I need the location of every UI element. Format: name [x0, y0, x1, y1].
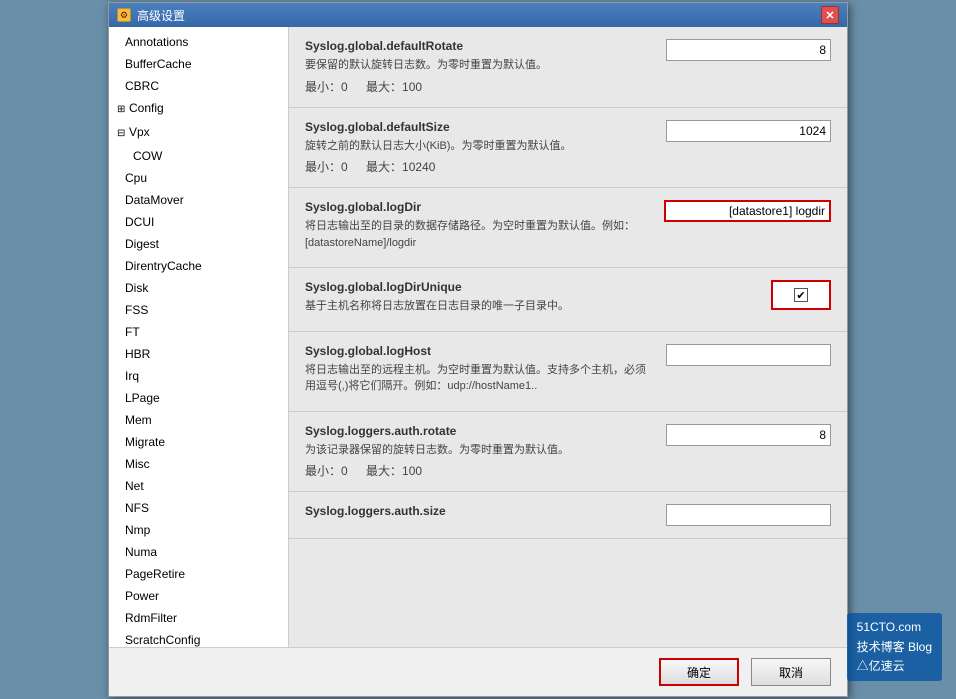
- input-logdir[interactable]: [664, 200, 831, 222]
- input-loghost[interactable]: [666, 344, 831, 366]
- sidebar-item-pageretire[interactable]: PageRetire: [109, 563, 288, 585]
- sidebar-item-direntrycache[interactable]: DirentryCache: [109, 255, 288, 277]
- main-panel: Syslog.global.defaultRotate 要保留的默认旋转日志数。…: [289, 27, 847, 647]
- input-authsize[interactable]: [666, 504, 831, 526]
- setting-logdirunique: Syslog.global.logDirUnique 基于主机名称将日志放置在日…: [289, 268, 847, 332]
- sidebar-item-hbr[interactable]: HBR: [109, 343, 288, 365]
- setting-key-logdirunique: Syslog.global.logDirUnique: [305, 280, 681, 294]
- setting-defaultsize: Syslog.global.defaultSize 旋转之前的默认日志大小(Ki…: [289, 108, 847, 189]
- setting-loghost: Syslog.global.logHost 将日志输出至的远程主机。为空时重置为…: [289, 332, 847, 412]
- sidebar-item-cbrc[interactable]: CBRC: [109, 75, 288, 97]
- sidebar-item-dcui[interactable]: DCUI: [109, 211, 288, 233]
- sidebar-item-annotations[interactable]: Annotations: [109, 31, 288, 53]
- watermark-line1: 51CTO.com: [857, 618, 932, 637]
- setting-desc-logdir: 将日志输出至的目录的数据存储路径。为空时重置为默认值。例如：[datastore…: [305, 218, 654, 251]
- checkbox-logdirunique[interactable]: ✔: [771, 280, 831, 310]
- sidebar-item-numa[interactable]: Numa: [109, 541, 288, 563]
- setting-key-logdir: Syslog.global.logDir: [305, 200, 654, 214]
- checkbox-inner: ✔: [794, 288, 808, 302]
- sidebar-item-disk[interactable]: Disk: [109, 277, 288, 299]
- sidebar-item-vpx[interactable]: ⊟Vpx: [109, 121, 288, 145]
- setting-range-authrotate: 最小：0 最大：100: [305, 462, 656, 479]
- input-authrotate[interactable]: [666, 424, 831, 446]
- sidebar-item-nfs[interactable]: NFS: [109, 497, 288, 519]
- sidebar-item-misc[interactable]: Misc: [109, 453, 288, 475]
- setting-desc-logdirunique: 基于主机名称将日志放置在日志目录的唯一子目录中。: [305, 298, 681, 315]
- window-title: 高级设置: [137, 7, 185, 24]
- watermark-line3: △亿速云: [857, 657, 932, 676]
- setting-key-defaultsize: Syslog.global.defaultSize: [305, 120, 656, 134]
- sidebar-item-digest[interactable]: Digest: [109, 233, 288, 255]
- window-icon: ⚙: [117, 8, 131, 22]
- setting-key-authsize: Syslog.loggers.auth.size: [305, 504, 656, 518]
- setting-key-authrotate: Syslog.loggers.auth.rotate: [305, 424, 656, 438]
- sidebar-item-fss[interactable]: FSS: [109, 299, 288, 321]
- sidebar-item-cow[interactable]: COW: [109, 145, 288, 167]
- sidebar: Annotations BufferCache CBRC ⊞Config ⊟Vp…: [109, 27, 289, 647]
- setting-desc-defaultrotate: 要保留的默认旋转日志数。为零时重置为默认值。: [305, 57, 656, 74]
- setting-authrotate: Syslog.loggers.auth.rotate 为该记录器保留的旋转日志数…: [289, 412, 847, 493]
- sidebar-item-buffercache[interactable]: BufferCache: [109, 53, 288, 75]
- setting-desc-loghost: 将日志输出至的远程主机。为空时重置为默认值。支持多个主机，必须用逗号(,)将它们…: [305, 362, 656, 395]
- setting-authsize: Syslog.loggers.auth.size: [289, 492, 847, 539]
- setting-logdir: Syslog.global.logDir 将日志输出至的目录的数据存储路径。为空…: [289, 188, 847, 268]
- sidebar-item-net[interactable]: Net: [109, 475, 288, 497]
- sidebar-item-ft[interactable]: FT: [109, 321, 288, 343]
- sidebar-item-migrate[interactable]: Migrate: [109, 431, 288, 453]
- close-button[interactable]: ✕: [821, 6, 839, 24]
- sidebar-item-lpage[interactable]: LPage: [109, 387, 288, 409]
- sidebar-item-mem[interactable]: Mem: [109, 409, 288, 431]
- bottom-bar: 确定 取消: [109, 647, 847, 696]
- cancel-button[interactable]: 取消: [751, 658, 831, 686]
- setting-key-loghost: Syslog.global.logHost: [305, 344, 656, 358]
- setting-key-defaultrotate: Syslog.global.defaultRotate: [305, 39, 656, 53]
- ok-button[interactable]: 确定: [659, 658, 739, 686]
- sidebar-item-scratchconfig[interactable]: ScratchConfig: [109, 629, 288, 647]
- setting-range-defaultrotate: 最小：0 最大：100: [305, 78, 656, 95]
- setting-desc-authrotate: 为该记录器保留的旋转日志数。为零时重置为默认值。: [305, 442, 656, 459]
- setting-defaultrotate: Syslog.global.defaultRotate 要保留的默认旋转日志数。…: [289, 27, 847, 108]
- sidebar-item-rdmfilter[interactable]: RdmFilter: [109, 607, 288, 629]
- sidebar-item-datamover[interactable]: DataMover: [109, 189, 288, 211]
- input-defaultrotate[interactable]: [666, 39, 831, 61]
- watermark-line2: 技术博客 Blog: [857, 638, 932, 657]
- watermark: 51CTO.com 技术博客 Blog △亿速云: [847, 613, 942, 681]
- sidebar-item-cpu[interactable]: Cpu: [109, 167, 288, 189]
- setting-range-defaultsize: 最小：0 最大：10240: [305, 158, 656, 175]
- title-bar: ⚙ 高级设置 ✕: [109, 3, 847, 27]
- setting-desc-defaultsize: 旋转之前的默认日志大小(KiB)。为零时重置为默认值。: [305, 138, 656, 155]
- sidebar-item-config[interactable]: ⊞Config: [109, 97, 288, 121]
- sidebar-item-power[interactable]: Power: [109, 585, 288, 607]
- sidebar-item-irq[interactable]: Irq: [109, 365, 288, 387]
- input-defaultsize[interactable]: [666, 120, 831, 142]
- sidebar-item-nmp[interactable]: Nmp: [109, 519, 288, 541]
